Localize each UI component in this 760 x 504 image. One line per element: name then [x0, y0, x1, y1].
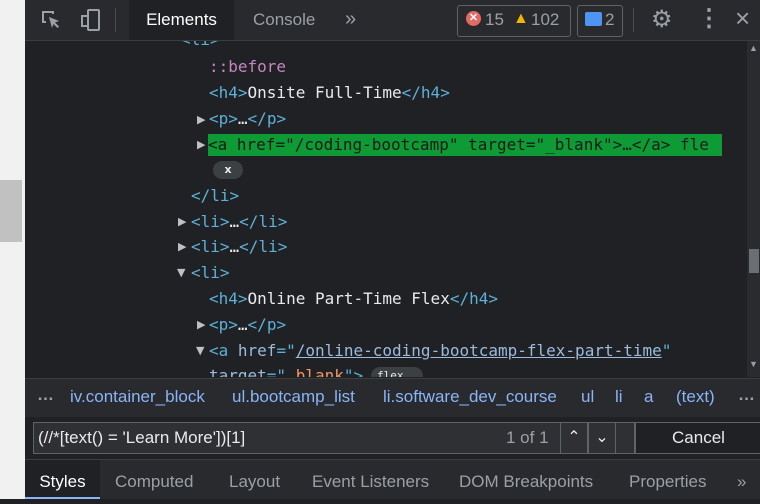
tree-line-li-open[interactable]: <li> [191, 262, 230, 284]
tab-dom-breakpoints[interactable]: DOM Breakpoints [459, 460, 593, 499]
tab-elements[interactable]: Elements [129, 0, 234, 40]
breadcrumb-item[interactable]: li.software_dev_course [383, 387, 557, 407]
gear-icon[interactable]: ⚙ [651, 5, 673, 34]
more-tabs-chevron-icon[interactable]: » [737, 460, 746, 499]
cancel-button[interactable]: Cancel [635, 422, 760, 454]
href-link[interactable]: /online-coding-bootcamp-flex-part-time [296, 341, 662, 360]
tab-computed[interactable]: Computed [115, 460, 193, 499]
tree-line-p-collapsed[interactable]: <p>…</p> [209, 314, 286, 336]
scroll-thumb[interactable] [749, 249, 759, 273]
tab-properties[interactable]: Properties [629, 460, 706, 499]
toolbar-divider [633, 8, 634, 32]
breadcrumb-item[interactable]: (text) [676, 387, 715, 407]
expand-triangle-icon[interactable]: ▶ [197, 113, 205, 126]
left-scroll-thumb[interactable] [0, 180, 22, 242]
collapse-triangle-icon[interactable]: ▼ [177, 266, 185, 279]
expand-triangle-icon[interactable]: ▶ [197, 318, 205, 331]
close-pill-button[interactable]: x [213, 161, 243, 179]
tree-line-li-close[interactable]: </li> [191, 185, 239, 207]
breadcrumb-overflow-right[interactable]: … [738, 385, 755, 405]
search-query[interactable]: (//*[text() = 'Learn More'])[1] [38, 428, 245, 448]
tab-event-listeners[interactable]: Event Listeners [312, 460, 429, 499]
breadcrumb-overflow-left[interactable]: … [37, 385, 54, 405]
device-toolbar-icon[interactable] [79, 8, 103, 32]
match-count: 1 of 1 [506, 428, 549, 447]
breadcrumb-item[interactable]: ul.bootcamp_list [232, 387, 355, 407]
tab-styles[interactable]: Styles [25, 460, 100, 499]
messages-button[interactable]: 2 [577, 5, 623, 37]
error-count: 15 [485, 10, 504, 29]
tree-line-anchor-expanded[interactable]: <a href="/online-coding-bootcamp-flex-pa… [209, 340, 671, 362]
sidebar-pane-tabs: Styles Computed Layout Event Listeners D… [25, 460, 760, 499]
message-icon [585, 12, 602, 26]
breadcrumb: … iv.container_block ul.bootcamp_list li… [25, 378, 760, 418]
breadcrumb-item[interactable]: li [615, 387, 623, 407]
warning-icon: ▲ [513, 10, 529, 27]
breadcrumb-item[interactable]: a [644, 387, 653, 407]
kebab-menu-icon[interactable]: ⋮ [697, 4, 721, 33]
scroll-down-icon[interactable]: ▼ [749, 359, 758, 369]
tab-console[interactable]: Console [253, 0, 315, 40]
tree-line-li-collapsed[interactable]: <li>…</li> [191, 211, 287, 233]
devtools-toolbar: Elements Console » ✕ 15 ▲ 102 2 ⚙ ⋮ × [25, 0, 760, 41]
close-icon[interactable]: × [735, 3, 750, 34]
tree-line-selected-anchor[interactable]: <a href="/coding-bootcamp" target="_blan… [208, 134, 722, 156]
next-match-button[interactable]: ⌄ [588, 422, 616, 454]
previous-match-button[interactable]: ⌃ [560, 422, 588, 454]
flex-badge[interactable]: flex [371, 367, 423, 377]
dom-tree: <li> ::before <h4>Onsite Full-Time</h4> … [25, 41, 747, 377]
breadcrumb-item[interactable]: ul [581, 387, 594, 407]
expand-triangle-icon[interactable]: ▶ [197, 138, 205, 151]
left-scroll-strip [0, 0, 25, 499]
warning-count: 102 [531, 10, 560, 29]
breadcrumb-item[interactable]: iv.container_block [70, 387, 205, 407]
message-count: 2 [605, 10, 615, 29]
tree-line-before[interactable]: ::before [209, 56, 286, 78]
expand-triangle-icon[interactable]: ▶ [178, 215, 186, 228]
tree-line-h4-onsite[interactable]: <h4>Onsite Full-Time</h4> [209, 82, 450, 104]
collapse-triangle-icon[interactable]: ▼ [196, 344, 204, 357]
tree-line-li-open[interactable]: <li> [181, 41, 220, 51]
tree-scrollbar[interactable]: ▲ ▼ [747, 41, 760, 377]
tree-line-anchor-target[interactable]: target="_blank"> [209, 365, 363, 377]
scroll-up-icon[interactable]: ▲ [749, 43, 758, 53]
tree-line-h4-online[interactable]: <h4>Online Part-Time Flex</h4> [209, 288, 498, 310]
more-tabs-chevron-icon[interactable]: » [345, 8, 356, 31]
tree-line-p-collapsed[interactable]: <p>…</p> [209, 108, 286, 130]
inspect-element-icon[interactable] [39, 8, 63, 32]
dom-search-bar: (//*[text() = 'Learn More'])[1] 1 of 1 ⌃… [25, 417, 760, 460]
toolbar-divider [115, 8, 116, 32]
expand-triangle-icon[interactable]: ▶ [178, 240, 186, 253]
tab-layout[interactable]: Layout [229, 460, 280, 499]
tree-line-li-collapsed[interactable]: <li>…</li> [191, 236, 287, 258]
issues-counter-button[interactable]: ✕ 15 ▲ 102 [457, 5, 571, 37]
error-icon: ✕ [466, 11, 481, 26]
